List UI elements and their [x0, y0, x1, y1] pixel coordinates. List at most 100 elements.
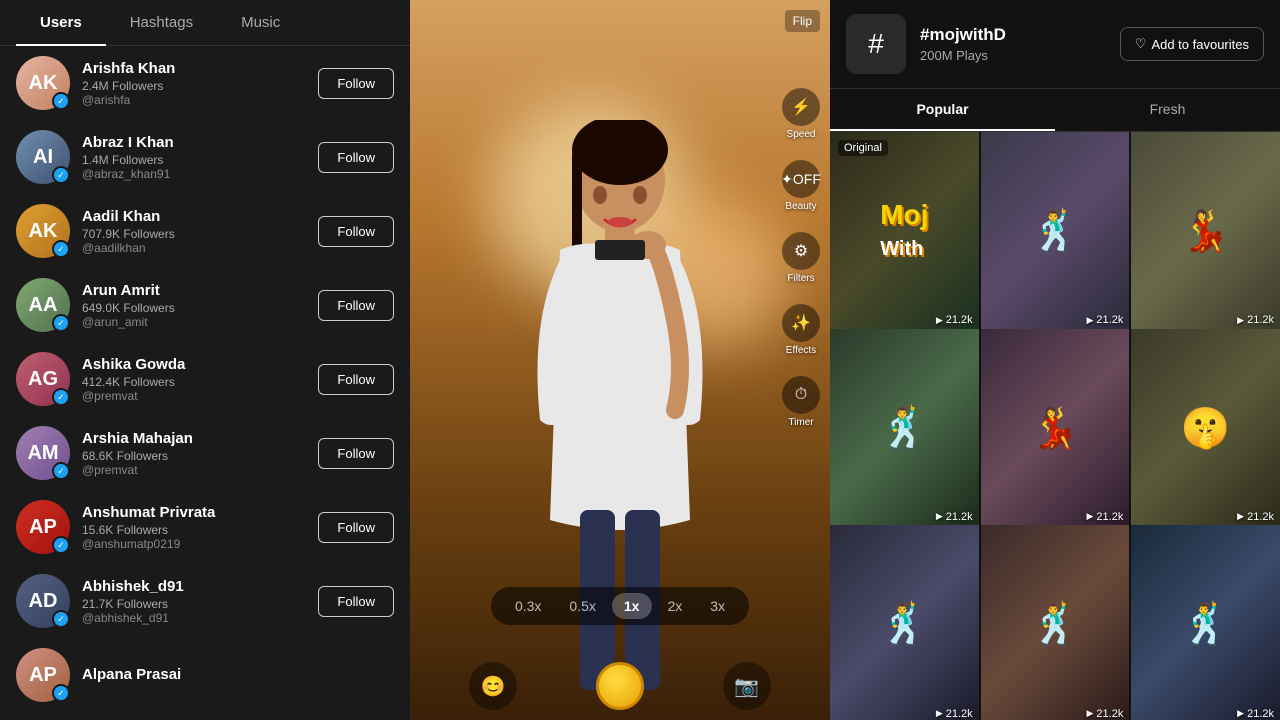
user-followers: 412.4K Followers [82, 375, 306, 389]
fav-label: Add to favourites [1151, 37, 1249, 52]
follow-button[interactable]: Follow [318, 512, 394, 543]
verified-badge: ✓ [52, 684, 70, 702]
user-followers: 21.7K Followers [82, 597, 306, 611]
add-to-favourites-button[interactable]: ♡ Add to favourites [1120, 27, 1264, 61]
speed-option[interactable]: 1x [612, 593, 652, 619]
view-count: 21.2k [946, 511, 973, 523]
view-count: 21.2k [946, 708, 973, 720]
follow-button[interactable]: Follow [318, 68, 394, 99]
view-count: 21.2k [1096, 708, 1123, 720]
play-count: ▶ 21.2k [1237, 511, 1274, 523]
table-row[interactable]: Original MojWith ▶ 21.2k [830, 132, 979, 330]
verified-badge: ✓ [52, 536, 70, 554]
play-icon: ▶ [936, 511, 943, 522]
table-row[interactable]: 🕺 ▶ 21.2k [981, 525, 1130, 720]
table-row[interactable]: 🕺 ▶ 21.2k [830, 525, 979, 720]
view-count: 21.2k [1096, 511, 1123, 523]
play-count: ▶ 21.2k [936, 511, 973, 523]
play-count: ▶ 21.2k [936, 314, 973, 326]
speed-label: Speed [787, 129, 816, 140]
original-label: Original [838, 140, 888, 156]
effects-label: Effects [786, 345, 816, 356]
hashtag-header: # #mojwithD 200M Plays ♡ Add to favourit… [830, 0, 1280, 89]
table-row[interactable]: 🕺 ▶ 21.2k [830, 329, 979, 527]
play-icon: ▶ [936, 708, 943, 719]
tab-users[interactable]: Users [16, 0, 106, 45]
table-row[interactable]: 🕺 ▶ 21.2k [981, 132, 1130, 330]
user-name: Arun Amrit [82, 282, 306, 299]
follow-button[interactable]: Follow [318, 142, 394, 173]
user-info: Abraz I Khan 1.4M Followers @abraz_khan9… [82, 134, 306, 181]
tab-popular[interactable]: Popular [830, 89, 1055, 131]
user-handle: @premvat [82, 463, 306, 477]
user-info: Arshia Mahajan 68.6K Followers @premvat [82, 430, 306, 477]
play-icon: ▶ [1237, 511, 1244, 522]
timer-icon: ⏱ [782, 376, 820, 414]
avatar: AK ✓ [16, 56, 70, 110]
play-icon: ▶ [1237, 315, 1244, 326]
avatar: AP ✓ [16, 500, 70, 554]
verified-badge: ✓ [52, 240, 70, 258]
follow-button[interactable]: Follow [318, 216, 394, 247]
verified-badge: ✓ [52, 388, 70, 406]
video-grid: Original MojWith ▶ 21.2k 🕺 ▶ 21.2k 💃 ▶ 21… [830, 132, 1280, 720]
coin-icon[interactable] [596, 662, 644, 710]
filters-control[interactable]: ⚙ Filters [782, 232, 820, 284]
tab-music[interactable]: Music [217, 0, 304, 45]
speed-control[interactable]: ⚡ Speed [782, 88, 820, 140]
table-row[interactable]: 🕺 ▶ 21.2k [1131, 525, 1280, 720]
hashtag-plays: 200M Plays [920, 48, 1106, 63]
play-icon: ▶ [1086, 511, 1093, 522]
user-info: Abhishek_d91 21.7K Followers @abhishek_d… [82, 578, 306, 625]
follow-button[interactable]: Follow [318, 586, 394, 617]
hashtag-symbol: # [868, 28, 884, 60]
follow-button[interactable]: Follow [318, 438, 394, 469]
hashtag-name: #mojwithD [920, 25, 1106, 45]
beauty-control[interactable]: ✦OFF Beauty [782, 160, 820, 212]
verified-badge: ✓ [52, 314, 70, 332]
tab-hashtags[interactable]: Hashtags [106, 0, 217, 45]
list-item: AI ✓ Abraz I Khan 1.4M Followers @abraz_… [0, 120, 410, 194]
tab-fresh[interactable]: Fresh [1055, 89, 1280, 131]
user-followers: 15.6K Followers [82, 523, 306, 537]
user-name: Aadil Khan [82, 208, 306, 225]
user-name: Abraz I Khan [82, 134, 306, 151]
user-name: Anshumat Privrata [82, 504, 306, 521]
beauty-icon: ✦OFF [782, 160, 820, 198]
follow-button[interactable]: Follow [318, 290, 394, 321]
avatar: AD ✓ [16, 574, 70, 628]
speed-option[interactable]: 0.3x [503, 593, 553, 619]
user-name: Ashika Gowda [82, 356, 306, 373]
timer-control[interactable]: ⏱ Timer [782, 376, 820, 428]
moj-logo: MojWith [880, 200, 928, 262]
user-handle: @anshumatp0219 [82, 537, 306, 551]
user-followers: 2.4M Followers [82, 79, 306, 93]
list-item: AP ✓ Anshumat Privrata 15.6K Followers @… [0, 490, 410, 564]
speed-option[interactable]: 0.5x [557, 593, 607, 619]
user-list: AK ✓ Arishfa Khan 2.4M Followers @arishf… [0, 46, 410, 720]
user-info: Aadil Khan 707.9K Followers @aadilkhan [82, 208, 306, 255]
play-icon: ▶ [1086, 708, 1093, 719]
avatar: AI ✓ [16, 130, 70, 184]
popular-tabs: Popular Fresh [830, 89, 1280, 132]
user-handle: @premvat [82, 389, 306, 403]
camera-flip-icon[interactable]: 📷 [723, 662, 771, 710]
table-row[interactable]: 💃 ▶ 21.2k [1131, 132, 1280, 330]
effects-control[interactable]: ✨ Effects [782, 304, 820, 356]
user-handle: @abraz_khan91 [82, 167, 306, 181]
follow-button[interactable]: Follow [318, 364, 394, 395]
play-icon: ▶ [1237, 708, 1244, 719]
list-item: AP ✓ Alpana Prasai [0, 638, 410, 712]
speed-option[interactable]: 2x [655, 593, 694, 619]
flip-button[interactable]: Flip [785, 10, 820, 32]
speed-option[interactable]: 3x [698, 593, 737, 619]
emoji-icon[interactable]: 😊 [469, 662, 517, 710]
bottom-icons: 😊 📷 [410, 662, 830, 710]
table-row[interactable]: 🤫 ▶ 21.2k [1131, 329, 1280, 527]
user-handle: @aadilkhan [82, 241, 306, 255]
verified-badge: ✓ [52, 92, 70, 110]
table-row[interactable]: 💃 ▶ 21.2k [981, 329, 1130, 527]
verified-badge: ✓ [52, 610, 70, 628]
view-count: 21.2k [1096, 314, 1123, 326]
play-count: ▶ 21.2k [1086, 708, 1123, 720]
